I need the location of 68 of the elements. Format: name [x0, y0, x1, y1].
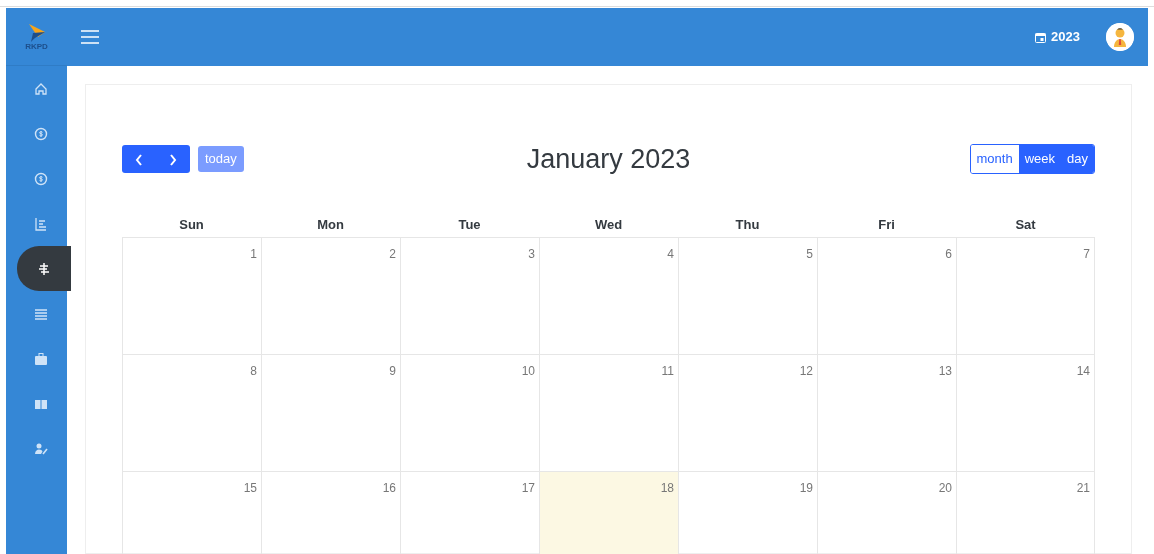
chevron-left-icon: [135, 153, 143, 166]
weekday-header: Fri: [878, 217, 895, 233]
day-number: 13: [938, 363, 952, 378]
day-number: 9: [389, 363, 396, 378]
day-number: 10: [521, 363, 535, 378]
day-number: 6: [945, 246, 952, 261]
day-number: 12: [799, 363, 813, 378]
day-number: 14: [1076, 363, 1090, 378]
day-number: 17: [521, 480, 535, 495]
day-number: 2: [389, 246, 396, 261]
today-day-cell[interactable]: 18: [539, 470, 678, 554]
day-cell[interactable]: 21: [956, 470, 1095, 554]
weekday-header: Thu: [735, 217, 760, 233]
calendar-icon: [1035, 31, 1047, 43]
logo-icon: [26, 22, 47, 43]
day-cell[interactable]: 6: [817, 236, 956, 354]
weekday-header: Tue: [458, 217, 481, 233]
menu-icon[interactable]: [81, 30, 99, 44]
day-number: 21: [1076, 480, 1090, 495]
day-number: 8: [250, 363, 257, 378]
weekday-header: Sat: [1015, 217, 1036, 233]
day-number: 3: [528, 246, 535, 261]
day-cell[interactable]: 20: [817, 470, 956, 554]
weekday-header: Sun: [179, 217, 204, 233]
day-number: 11: [661, 363, 674, 378]
sidebar-item[interactable]: [16, 246, 71, 291]
chart-icon: [33, 216, 48, 231]
user-edit-icon: [33, 441, 48, 456]
day-number: 18: [660, 480, 674, 495]
logo-text: RKPD: [25, 42, 48, 51]
day-number: 15: [243, 480, 257, 495]
day-cell[interactable]: 13: [817, 353, 956, 471]
view-button[interactable]: day: [1061, 145, 1094, 173]
day-cell[interactable]: 11: [539, 353, 678, 471]
year-label[interactable]: 2023: [1051, 27, 1080, 47]
day-cell[interactable]: 7: [956, 236, 1095, 354]
weekday-header: Wed: [594, 217, 623, 233]
day-number: 19: [799, 480, 813, 495]
day-cell[interactable]: 15: [122, 470, 261, 554]
day-number: 4: [667, 246, 674, 261]
day-cell[interactable]: 4: [539, 236, 678, 354]
day-cell[interactable]: 2: [261, 236, 400, 354]
avatar-icon[interactable]: [1106, 23, 1134, 51]
day-number: 1: [250, 246, 257, 261]
home-icon: [33, 81, 48, 96]
day-cell[interactable]: 3: [400, 236, 539, 354]
chevron-right-icon: [169, 153, 177, 166]
day-cell[interactable]: 14: [956, 353, 1095, 471]
view-button[interactable]: week: [1018, 145, 1062, 173]
dollar-coin-icon: [33, 171, 48, 186]
day-number: 7: [1083, 246, 1090, 261]
day-cell[interactable]: 12: [678, 353, 817, 471]
dollar-coin-icon: [33, 126, 48, 141]
day-number: 16: [382, 480, 396, 495]
day-cell[interactable]: 5: [678, 236, 817, 354]
day-cell[interactable]: 9: [261, 353, 400, 471]
calendar-title: January 2023: [526, 143, 691, 176]
day-cell[interactable]: 1: [122, 236, 261, 354]
day-cell[interactable]: 10: [400, 353, 539, 471]
day-number: 20: [938, 480, 952, 495]
day-cell[interactable]: 8: [122, 353, 261, 471]
signpost-icon: [36, 261, 51, 276]
day-cell[interactable]: 16: [261, 470, 400, 554]
list-icon: [33, 306, 48, 321]
day-cell[interactable]: 19: [678, 470, 817, 554]
today-button[interactable]: today: [198, 146, 244, 173]
weekday-header: Mon: [317, 217, 344, 233]
day-number: 5: [806, 246, 813, 261]
